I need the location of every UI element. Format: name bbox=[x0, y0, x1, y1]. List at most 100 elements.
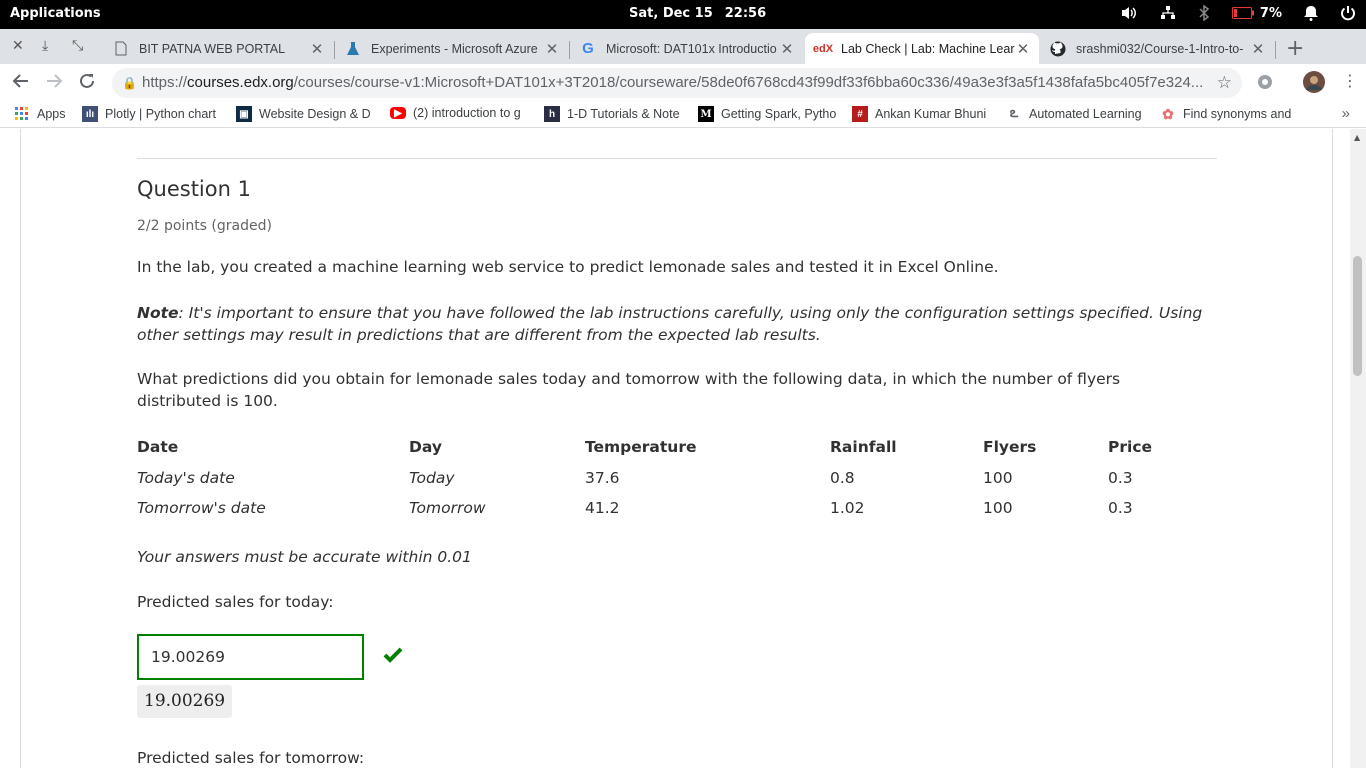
forward-arrow-icon[interactable] bbox=[45, 72, 63, 95]
scroll-up-arrow-icon[interactable]: ▲ bbox=[1354, 133, 1360, 142]
bluetooth-icon[interactable] bbox=[1198, 5, 1210, 21]
bookmark-star-icon[interactable]: ☆ bbox=[1217, 68, 1232, 98]
restore-window-icon[interactable]: ⤡ bbox=[72, 38, 83, 54]
system-tray: 7% bbox=[1098, 5, 1356, 21]
question-points: 2/2 points (graded) bbox=[137, 218, 272, 234]
tab-close-icon[interactable]: ✕ bbox=[1015, 40, 1031, 58]
flask-icon bbox=[345, 41, 361, 57]
table-cell: Tomorrow bbox=[409, 499, 486, 517]
medium-icon: M bbox=[698, 106, 714, 122]
h-icon: h bbox=[544, 106, 560, 122]
table-cell: 37.6 bbox=[585, 469, 620, 487]
tab-azure-experiments[interactable]: Experiments - Microsoft Azure ✕ bbox=[335, 33, 568, 64]
tab-label: Lab Check | Lab: Machine Lear bbox=[841, 41, 1015, 56]
table-cell: 0.8 bbox=[830, 469, 855, 487]
section-divider bbox=[137, 158, 1217, 159]
table-cell: Tomorrow's date bbox=[137, 499, 266, 517]
tab-label: Experiments - Microsoft Azure bbox=[371, 41, 538, 56]
youtube-icon: ▶ bbox=[390, 107, 406, 119]
clock-time: 22:56 bbox=[724, 6, 767, 21]
page-scrollbar[interactable]: ▲ bbox=[1350, 129, 1366, 768]
bookmark-label: 1-D Tutorials & Note bbox=[567, 107, 680, 121]
bookmark-plotly[interactable]: ılı Plotly | Python chart bbox=[82, 106, 220, 122]
tab-github-repo[interactable]: srashmi032/Course-1-Intro-to- ✕ bbox=[1040, 33, 1274, 64]
google-icon: G bbox=[582, 40, 594, 57]
bookmark-label: (2) introduction to g bbox=[413, 106, 521, 120]
table-header: Rainfall bbox=[830, 438, 897, 456]
question-text: In the lab, you created a machine learni… bbox=[137, 258, 999, 276]
reload-icon[interactable] bbox=[78, 72, 96, 95]
tab-label: srashmi032/Course-1-Intro-to- bbox=[1076, 41, 1244, 56]
extension-icon[interactable] bbox=[1256, 73, 1274, 95]
correct-check-icon bbox=[383, 647, 403, 663]
bookmark-find-synonyms[interactable]: ✿ Find synonyms and bbox=[1160, 106, 1298, 122]
bookmark-website-design[interactable]: ▣ Website Design & D bbox=[236, 106, 372, 122]
address-bar[interactable]: 🔒 https://courses.edx.org/courses/course… bbox=[112, 68, 1242, 98]
battery-status[interactable]: 7% bbox=[1231, 5, 1282, 21]
edx-icon: edX bbox=[812, 42, 834, 55]
minimize-window-icon[interactable]: ⤓ bbox=[42, 38, 48, 54]
tab-label: BIT PATNA WEB PORTAL bbox=[139, 41, 286, 56]
table-header: Date bbox=[137, 438, 179, 456]
battery-icon bbox=[1231, 7, 1254, 19]
bookmark-apps[interactable]: Apps bbox=[14, 106, 74, 122]
apps-grid-icon bbox=[14, 106, 30, 122]
back-arrow-icon[interactable] bbox=[12, 72, 30, 95]
page-viewport: Question 1 2/2 points (graded) In the la… bbox=[0, 129, 1366, 768]
tab-close-icon[interactable]: ✕ bbox=[1250, 40, 1266, 58]
lock-icon[interactable]: 🔒 bbox=[122, 68, 137, 98]
clock-date: Sat, Dec 15 bbox=[629, 6, 713, 21]
volume-icon[interactable] bbox=[1120, 5, 1138, 21]
github-icon bbox=[1050, 41, 1066, 57]
tab-bit-patna[interactable]: BIT PATNA WEB PORTAL ✕ bbox=[103, 33, 333, 64]
bookmark-label: Plotly | Python chart bbox=[105, 107, 216, 121]
tab-close-icon[interactable]: ✕ bbox=[779, 40, 795, 58]
table-cell: 100 bbox=[983, 469, 1013, 487]
tab-close-icon[interactable]: ✕ bbox=[544, 40, 560, 58]
bookmarks-bar: Apps ılı Plotly | Python chart ▣ Website D… bbox=[0, 102, 1366, 128]
table-row: Today's date Today 37.6 0.8 100 0.3 bbox=[137, 462, 1168, 492]
notification-bell-icon[interactable] bbox=[1304, 5, 1318, 21]
bookmark-1d-tutorials[interactable]: h 1-D Tutorials & Note bbox=[544, 106, 682, 122]
today-sales-label: Predicted sales for today: bbox=[137, 593, 334, 611]
tab-lab-check[interactable]: edX Lab Check | Lab: Machine Lear ✕ bbox=[805, 33, 1039, 64]
hash-icon: # bbox=[852, 106, 868, 122]
table-header: Flyers bbox=[983, 438, 1037, 456]
battery-percent: 7% bbox=[1259, 5, 1282, 21]
table-row: Tomorrow's date Tomorrow 41.2 1.02 100 0… bbox=[137, 492, 1168, 522]
bookmark-getting-spark[interactable]: M Getting Spark, Pytho bbox=[698, 106, 836, 122]
bookmark-youtube[interactable]: ▶ (2) introduction to g bbox=[390, 106, 526, 120]
question-title: Question 1 bbox=[137, 177, 251, 201]
new-tab-button[interactable]: + bbox=[1286, 36, 1304, 61]
browser-tab-strip: ✕ ⤓ ⤡ BIT PATNA WEB PORTAL ✕ Experiments… bbox=[0, 29, 1366, 64]
scrollbar-thumb[interactable] bbox=[1353, 256, 1362, 376]
clock[interactable]: Sat, Dec 15 22:56 bbox=[629, 6, 778, 21]
table-header: Temperature bbox=[585, 438, 697, 456]
answer-preview: 19.00269 bbox=[137, 685, 233, 718]
browser-menu-icon[interactable]: ⋮ bbox=[1342, 71, 1358, 90]
bookmark-label: Website Design & D bbox=[259, 107, 371, 121]
bookmark-ankan[interactable]: # Ankan Kumar Bhuni bbox=[852, 106, 992, 122]
os-top-bar: Applications Sat, Dec 15 22:56 7% bbox=[0, 0, 1366, 29]
table-header: Day bbox=[409, 438, 442, 456]
close-window-icon[interactable]: ✕ bbox=[12, 38, 24, 54]
synonym-icon: ✿ bbox=[1162, 106, 1174, 122]
question-note: Note: It's important to ensure that you … bbox=[137, 302, 1217, 346]
tab-close-icon[interactable]: ✕ bbox=[309, 40, 325, 58]
more-bookmarks-icon[interactable]: » bbox=[1342, 105, 1350, 122]
tab-label: Microsoft: DAT101x Introductio bbox=[606, 41, 777, 56]
bookmark-automated-learning[interactable]: ఽ Automated Learning bbox=[1006, 106, 1144, 122]
table-cell: 41.2 bbox=[585, 499, 620, 517]
tab-google-dat101x[interactable]: G Microsoft: DAT101x Introductio ✕ bbox=[570, 33, 803, 64]
table-header-row: Date Day Temperature Rainfall Flyers Pri… bbox=[137, 438, 1168, 462]
note-text: : It's important to ensure that you have… bbox=[137, 304, 1203, 344]
table-cell: Today's date bbox=[137, 469, 235, 487]
site-icon: ▣ bbox=[236, 106, 252, 122]
network-icon[interactable] bbox=[1160, 5, 1176, 21]
profile-avatar[interactable] bbox=[1303, 71, 1325, 97]
today-sales-input[interactable]: 19.00269 bbox=[137, 634, 364, 680]
applications-menu[interactable]: Applications bbox=[10, 6, 101, 21]
power-icon[interactable] bbox=[1340, 5, 1356, 21]
question-ask: What predictions did you obtain for lemo… bbox=[137, 370, 1121, 410]
bookmark-label: Apps bbox=[37, 107, 66, 121]
